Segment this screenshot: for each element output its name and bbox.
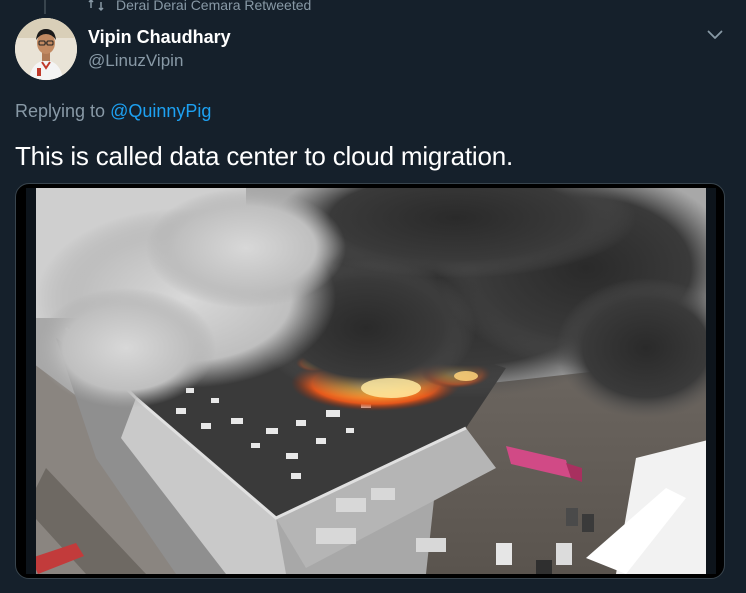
tweet-container: Derai Derai Cemara Retweeted Vipin Chaud… [0, 0, 746, 593]
retweet-context-label: Derai Derai Cemara Retweeted [116, 0, 312, 13]
author-handle[interactable]: @LinuzVipin [88, 50, 183, 72]
media-letterbox-left [26, 188, 36, 574]
chevron-down-icon [707, 30, 723, 39]
more-menu-button[interactable] [702, 24, 728, 46]
retweet-icon [88, 0, 104, 12]
retweet-context[interactable]: Derai Derai Cemara Retweeted [88, 0, 311, 14]
author-name[interactable]: Vipin Chaudhary [88, 26, 231, 48]
replying-to-prefix: Replying to [15, 101, 111, 121]
media-image[interactable] [26, 188, 716, 574]
avatar[interactable] [15, 18, 77, 80]
reply-handle-link[interactable]: @QuinnyPig [110, 101, 211, 121]
replying-to: Replying to @QuinnyPig [15, 99, 211, 123]
tweet-text: This is called data center to cloud migr… [15, 141, 514, 171]
media-letterbox-right [706, 188, 716, 574]
thread-connector-line [44, 0, 46, 14]
tweet-media[interactable] [15, 183, 725, 579]
